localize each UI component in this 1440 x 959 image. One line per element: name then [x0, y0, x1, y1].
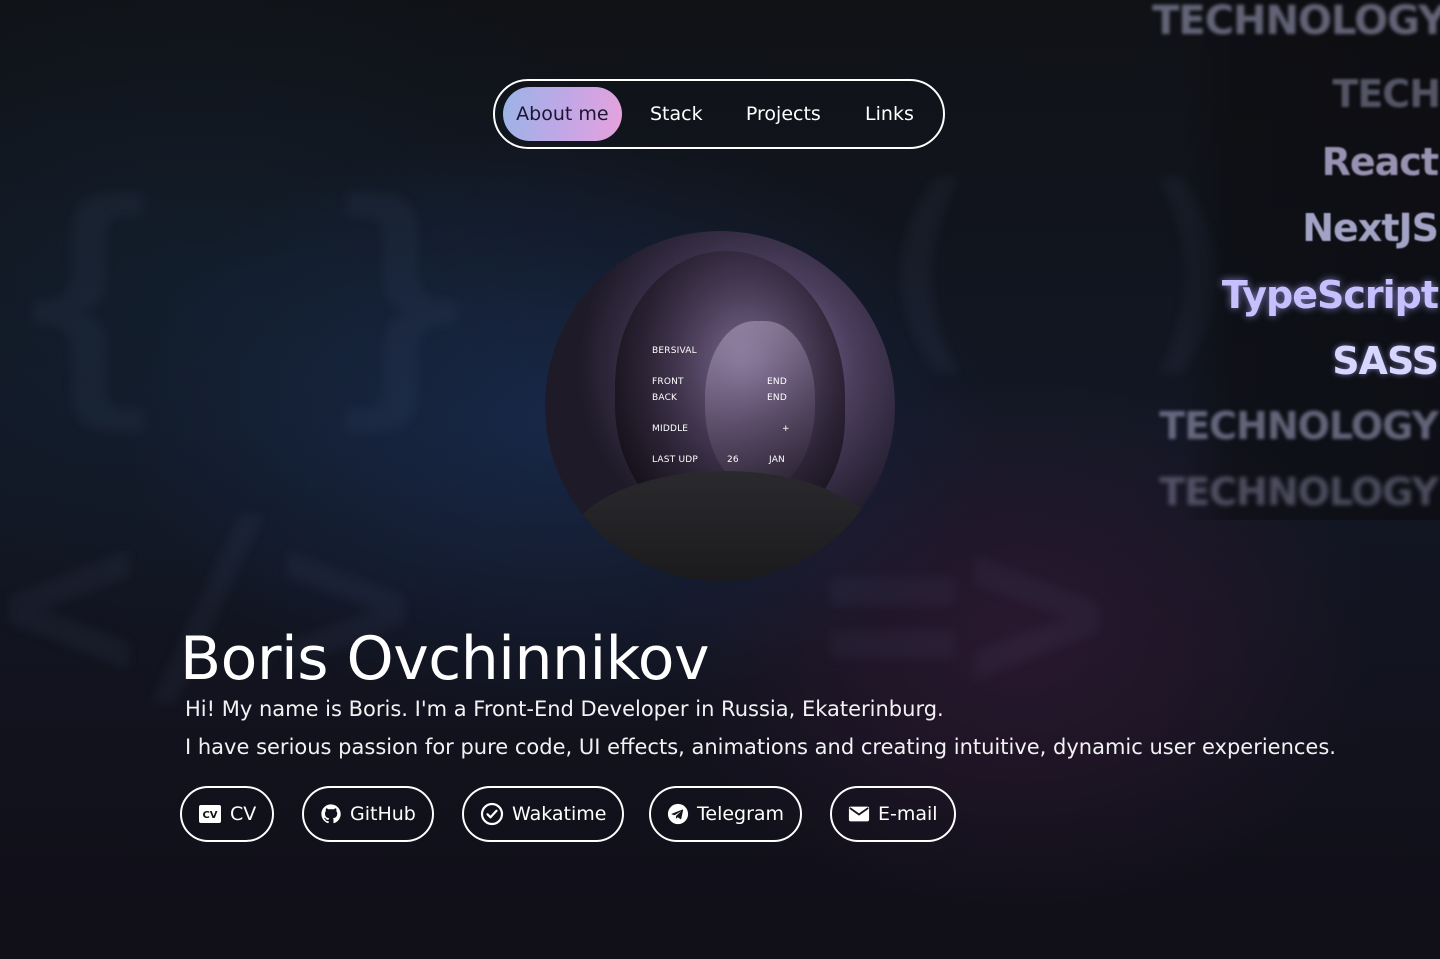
- telegram-button-label: Telegram: [697, 803, 785, 825]
- background-code-glyphs: { }: [10, 150, 480, 452]
- tech-word: React: [1321, 140, 1439, 184]
- bio-line: I have serious passion for pure code, UI…: [185, 735, 1336, 759]
- tech-word: NextJS: [1302, 206, 1439, 250]
- nav-tab-projects[interactable]: Projects: [731, 87, 836, 141]
- page: { } </> ( ) => TECHNOLOGY TECH React Nex…: [0, 0, 1440, 959]
- email-button-label: E-mail: [878, 803, 938, 825]
- tech-word: TypeScript: [1221, 273, 1439, 317]
- avatar-plus-text: +: [782, 424, 790, 434]
- cv-button[interactable]: CV CV: [180, 786, 275, 842]
- github-button-label: GitHub: [350, 803, 416, 825]
- telegram-button[interactable]: Telegram: [649, 786, 803, 842]
- nav-tab-links[interactable]: Links: [836, 87, 943, 141]
- main-nav: About me Stack Projects Links: [493, 79, 945, 149]
- avatar-middle-text: MIDDLE: [652, 424, 689, 434]
- nav-tab-stack[interactable]: Stack: [622, 87, 731, 141]
- avatar-end-text: END: [767, 393, 787, 403]
- cv-icon: CV: [198, 804, 222, 824]
- avatar-month-text: JAN: [769, 455, 785, 465]
- tech-word: TECH: [1332, 72, 1440, 116]
- page-title: Boris Ovchinnikov: [180, 624, 710, 694]
- avatar-back-text: BACK: [652, 393, 678, 403]
- wakatime-icon: [480, 802, 504, 826]
- avatar-day-text: 26: [727, 455, 739, 465]
- bio-line: Hi! My name is Boris. I'm a Front-End De…: [185, 697, 944, 721]
- tech-word: TECHNOLOGY: [1159, 404, 1439, 448]
- github-icon: [320, 803, 342, 825]
- tech-word: SASS: [1332, 339, 1439, 383]
- avatar: BERSIVAL FRONT END BACK END MIDDLE + LAS…: [545, 231, 895, 581]
- avatar-last-update-text: LAST UDP: [652, 455, 698, 465]
- telegram-icon: [667, 803, 689, 825]
- github-button[interactable]: GitHub: [302, 786, 434, 842]
- svg-text:CV: CV: [202, 810, 217, 821]
- avatar-shirt: [565, 471, 885, 581]
- wakatime-button-label: Wakatime: [512, 803, 607, 825]
- avatar-end-text: END: [767, 377, 787, 387]
- mail-icon: [848, 805, 870, 823]
- cv-button-label: CV: [230, 803, 257, 825]
- avatar-front-text: FRONT: [652, 377, 684, 387]
- tech-word: TECHNOLOGY: [1152, 0, 1440, 44]
- tech-word: TECHNOLOGY: [1159, 470, 1439, 514]
- avatar-face: [705, 321, 815, 491]
- email-button[interactable]: E-mail: [830, 786, 956, 842]
- avatar-handle-text: BERSIVAL: [652, 346, 697, 356]
- nav-tab-about-me[interactable]: About me: [503, 87, 622, 141]
- tech-words-panel: TECHNOLOGY TECH React NextJS TypeScript …: [1152, 0, 1440, 520]
- wakatime-button[interactable]: Wakatime: [462, 786, 625, 842]
